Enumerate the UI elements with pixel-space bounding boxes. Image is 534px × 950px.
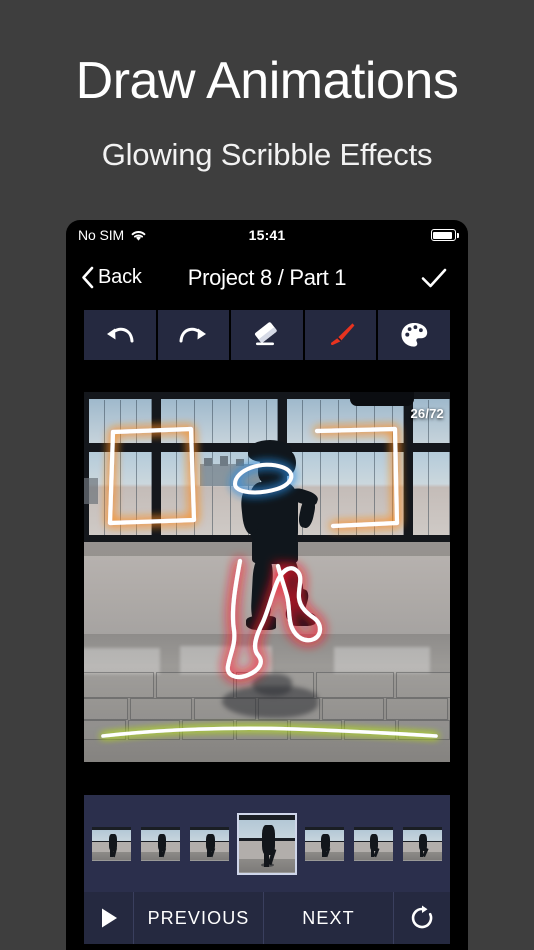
status-bar-right <box>431 229 459 241</box>
frame-thumb-5[interactable] <box>305 826 344 861</box>
color-palette-icon <box>401 323 428 347</box>
refresh-loop-icon <box>411 905 433 929</box>
frame-thumb-7[interactable] <box>403 826 442 861</box>
previous-button-label: PREVIOUS <box>147 907 250 928</box>
playback-bar: PREVIOUS NEXT <box>84 892 450 944</box>
frame-thumb-4[interactable] <box>237 812 297 875</box>
done-button[interactable] <box>420 266 448 295</box>
dancer-silhouette <box>234 440 344 670</box>
frame-thumb-1[interactable] <box>92 826 131 861</box>
screenshot-root: Draw Animations Glowing Scribble Effects… <box>0 0 534 950</box>
loop-button[interactable] <box>394 892 450 944</box>
eraser-icon <box>254 322 277 346</box>
checkmark-icon <box>421 268 447 288</box>
redo-arrow-icon <box>179 327 207 343</box>
eraser-button[interactable] <box>231 310 303 360</box>
promo-subheadline: Glowing Scribble Effects <box>101 137 433 172</box>
frame-counter: 26/72 <box>410 406 444 421</box>
nav-bar: Back Project 8 / Part 1 <box>66 256 468 308</box>
promo-headline: Draw Animations <box>75 52 459 110</box>
page-title: Project 8 / Part 1 <box>187 265 347 290</box>
next-button-label: NEXT <box>302 907 355 928</box>
frame-photo: 26/72 <box>84 392 450 762</box>
status-bar: No SIM 15:41 <box>66 220 468 254</box>
play-icon <box>101 908 117 928</box>
frame-counter-tab <box>350 392 414 406</box>
brush-button[interactable] <box>304 310 377 360</box>
play-button[interactable] <box>84 892 134 944</box>
redo-button[interactable] <box>157 310 230 360</box>
battery-full-icon <box>431 229 459 241</box>
previous-button[interactable]: PREVIOUS <box>134 892 264 944</box>
paintbrush-icon <box>330 323 354 346</box>
frame-thumb-3[interactable] <box>190 826 229 861</box>
next-button[interactable]: NEXT <box>264 892 394 944</box>
frame-thumb-2[interactable] <box>141 826 180 861</box>
palette-button[interactable] <box>378 310 450 360</box>
phone-mockup: No SIM 15:41 Back Project 8 / Part 1 26/… <box>66 220 468 950</box>
frame-thumb-6[interactable] <box>354 826 393 861</box>
clock-label: 15:41 <box>248 227 286 243</box>
frame-filmstrip[interactable] <box>84 795 450 892</box>
drawing-toolbar <box>84 310 450 360</box>
undo-button[interactable] <box>84 310 156 360</box>
drawing-canvas[interactable]: 26/72 <box>84 392 450 762</box>
undo-arrow-icon <box>106 327 134 343</box>
